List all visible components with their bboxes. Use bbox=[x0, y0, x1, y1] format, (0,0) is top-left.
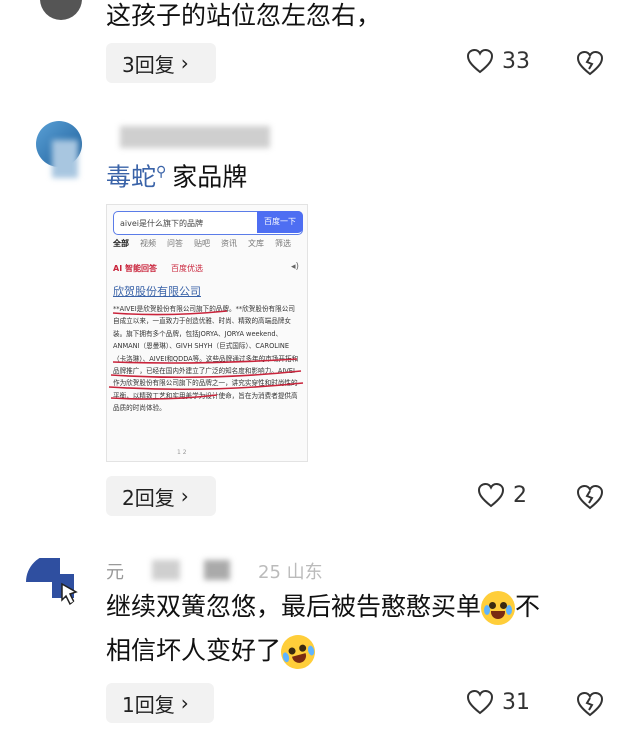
like-button[interactable]: 31 bbox=[466, 689, 530, 715]
like-count: 33 bbox=[502, 48, 530, 74]
comment-text-line1: 继续双簧忽悠，最后被告憨憨买单 bbox=[106, 592, 482, 621]
heart-icon bbox=[466, 689, 494, 715]
dislike-button[interactable] bbox=[576, 49, 604, 81]
avatar[interactable] bbox=[26, 554, 82, 610]
comment-meta: 25 山东 bbox=[258, 562, 323, 583]
chevron-right-icon: › bbox=[180, 691, 189, 715]
reply-count-label: 1回复 bbox=[122, 692, 175, 717]
heart-icon bbox=[466, 48, 494, 74]
comment-text: 毒蛇⚲ 家品牌 bbox=[106, 150, 247, 199]
broken-heart-icon bbox=[576, 50, 604, 76]
search-icon[interactable]: ⚲ bbox=[156, 164, 166, 180]
like-button[interactable]: 2 bbox=[477, 482, 527, 508]
like-button[interactable]: 33 bbox=[466, 48, 530, 74]
username-redacted bbox=[152, 560, 180, 580]
username-redacted bbox=[204, 560, 230, 580]
chevron-right-icon: › bbox=[180, 51, 189, 75]
laughing-tears-face-icon bbox=[277, 631, 319, 673]
comment-image[interactable]: aivei是什么旗下的品牌 百度一下 全部 视频 问答 贴吧 资讯 文库 筛选 … bbox=[106, 204, 308, 462]
chevron-right-icon: › bbox=[180, 484, 189, 508]
broken-heart-icon bbox=[576, 691, 604, 717]
page-numbers: 1 2 bbox=[177, 449, 187, 456]
reply-count-label: 3回复 bbox=[122, 52, 175, 77]
brand-link[interactable]: 毒蛇 bbox=[106, 162, 156, 191]
username-redacted bbox=[120, 126, 270, 148]
broken-heart-icon bbox=[576, 484, 604, 510]
like-count: 31 bbox=[502, 689, 530, 715]
dislike-button[interactable] bbox=[576, 690, 604, 722]
comment-text: 继续双簧忽悠，最后被告憨憨买单 不 相信坏人变好了 bbox=[106, 585, 616, 673]
comment-text-line1-tail: 不 bbox=[515, 592, 541, 621]
reply-count-button[interactable]: 3回复 › bbox=[106, 43, 216, 83]
avatar-blur-mask bbox=[52, 140, 78, 178]
crying-face-icon bbox=[481, 591, 516, 625]
comment-text-line2: 相信坏人变好了 bbox=[106, 636, 282, 665]
avatar[interactable] bbox=[40, 0, 82, 20]
username[interactable]: 元 bbox=[106, 558, 124, 584]
comment-text: 这孩子的站位忽左忽右， bbox=[106, 1, 382, 30]
avatar-image bbox=[26, 558, 78, 606]
reply-count-button[interactable]: 1回复 › bbox=[106, 683, 214, 723]
like-count: 2 bbox=[513, 482, 527, 508]
reply-count-button[interactable]: 2回复 › bbox=[106, 476, 216, 516]
heart-icon bbox=[477, 482, 505, 508]
dislike-button[interactable] bbox=[576, 483, 604, 515]
comment-text-tail: 家品牌 bbox=[172, 162, 248, 192]
red-underline-marks bbox=[108, 310, 304, 400]
reply-count-label: 2回复 bbox=[122, 485, 175, 510]
